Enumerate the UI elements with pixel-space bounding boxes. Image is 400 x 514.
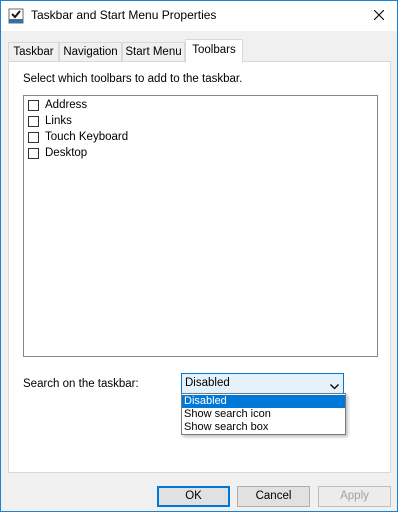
toolbars-tab-page: Select which toolbars to add to the task… [8,61,391,473]
tab-navigation[interactable]: Navigation [59,42,122,61]
list-item[interactable]: Desktop [28,145,87,161]
list-item[interactable]: Links [28,113,72,129]
toolbars-instruction: Select which toolbars to add to the task… [23,73,243,85]
taskbar-properties-icon [8,8,24,24]
list-item[interactable]: Address [28,97,87,113]
desktop-checkbox[interactable] [28,147,39,159]
list-item[interactable]: Touch Keyboard [28,129,128,145]
properties-window: Taskbar and Start Menu Properties Taskba… [0,0,398,512]
tab-toolbars[interactable]: Toolbars [185,39,243,63]
list-item-label: Desktop [45,147,88,159]
chevron-down-icon [330,380,339,390]
search-select-value: Disabled [185,377,230,389]
ok-button[interactable]: OK [157,486,230,507]
close-icon [373,9,385,23]
toolbars-list[interactable]: Address Links Touch Keyboard Desktop [23,95,378,357]
tab-taskbar[interactable]: Taskbar [8,42,59,61]
option-show-search-icon[interactable]: Show search icon [182,408,345,421]
window-title: Taskbar and Start Menu Properties [31,8,217,22]
close-button[interactable] [361,1,397,31]
search-select[interactable]: Disabled [181,373,344,394]
option-disabled[interactable]: Disabled [182,395,345,408]
cancel-button[interactable]: Cancel [237,486,310,507]
address-checkbox[interactable] [28,99,39,111]
links-checkbox[interactable] [28,115,39,127]
search-dropdown-list: Disabled Show search icon Show search bo… [181,393,346,435]
list-item-label: Touch Keyboard [45,131,129,143]
option-show-search-box[interactable]: Show search box [182,421,345,434]
title-bar[interactable]: Taskbar and Start Menu Properties [1,1,397,31]
apply-button[interactable]: Apply [318,486,391,507]
list-item-label: Links [45,115,72,127]
touch-keyboard-checkbox[interactable] [28,131,39,143]
search-label: Search on the taskbar: [23,378,139,390]
list-item-label: Address [45,99,88,111]
tab-start-menu[interactable]: Start Menu [122,42,185,61]
